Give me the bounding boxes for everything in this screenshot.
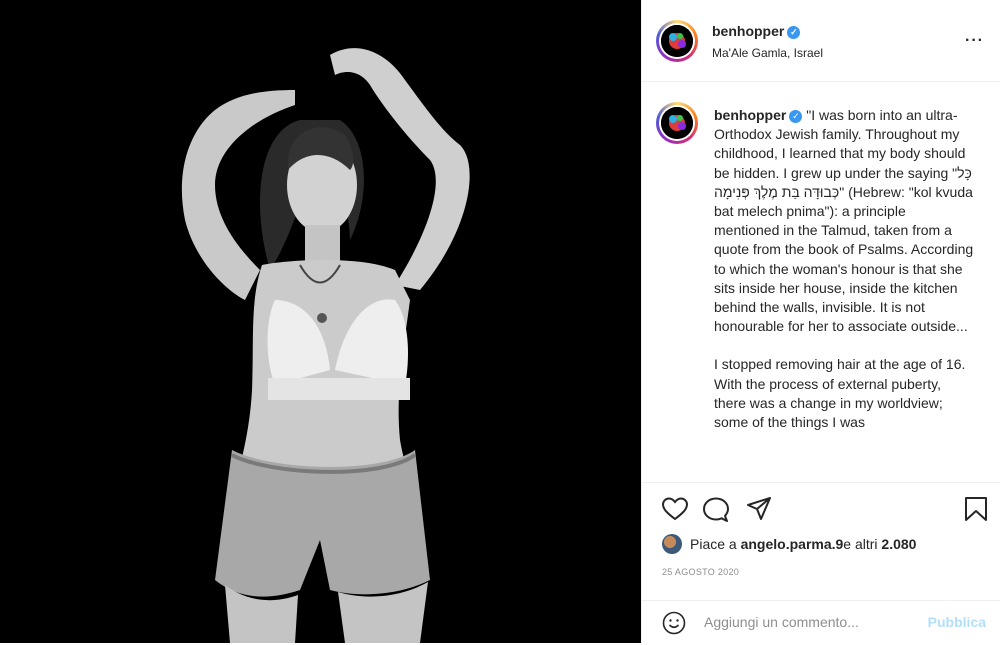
likes-user[interactable]: angelo.parma.9 [741, 536, 844, 552]
caption-paragraph-2: I stopped removing hair at the age of 16… [714, 356, 966, 431]
caption-avatar-image [661, 107, 693, 139]
post-photo-image [0, 0, 641, 643]
bookmark-icon[interactable] [964, 496, 988, 522]
post-header: benhopper ✓ Ma'Ale Gamla, Israel ··· [642, 0, 1000, 82]
post-side-panel: benhopper ✓ Ma'Ale Gamla, Israel ··· benh [641, 0, 1000, 643]
post-date[interactable]: 25 AGOSTO 2020 [662, 567, 739, 577]
liker-avatar[interactable] [662, 534, 682, 554]
post-photo[interactable] [0, 0, 641, 643]
likes-count[interactable]: 2.080 [881, 536, 916, 552]
comment-input[interactable] [702, 613, 916, 631]
likes-prefix: Piace a [690, 536, 737, 552]
heart-icon[interactable] [662, 497, 688, 521]
more-horizontal-icon[interactable]: ··· [965, 32, 984, 50]
smiley-icon[interactable] [662, 611, 686, 635]
caption-area: benhopper ✓ "I was born into an ultra-Ort… [642, 82, 1000, 482]
post-author[interactable]: benhopper ✓ [712, 23, 801, 39]
likes-suffix: e altri [843, 536, 878, 552]
publish-button[interactable]: Pubblica [928, 614, 986, 630]
post-author-username[interactable]: benhopper [712, 23, 784, 39]
verified-badge-icon: ✓ [787, 26, 801, 39]
caption-avatar[interactable] [656, 102, 698, 144]
avatar-image [661, 25, 693, 57]
verified-badge-icon: ✓ [789, 110, 803, 123]
comment-icon[interactable] [703, 497, 729, 523]
post-actions: Piace a angelo.parma.9 e altri 2.080 25 … [642, 482, 1000, 644]
caption-text: benhopper ✓ "I was born into an ultra-Ort… [714, 106, 974, 451]
caption-username[interactable]: benhopper [714, 107, 786, 123]
post-location[interactable]: Ma'Ale Gamla, Israel [712, 46, 823, 60]
likes-summary: Piace a angelo.parma.9 e altri 2.080 [662, 534, 916, 554]
comment-bar: Pubblica [642, 600, 1000, 645]
caption-paragraph-1: "I was born into an ultra-Orthodox Jewis… [714, 107, 974, 335]
avatar[interactable] [656, 20, 698, 62]
paper-plane-icon[interactable] [746, 496, 772, 522]
